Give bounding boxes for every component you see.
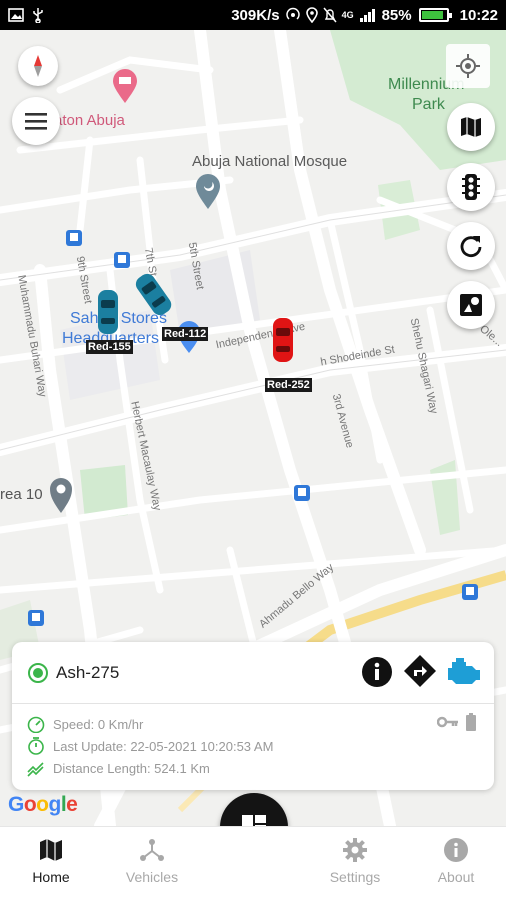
car-icon xyxy=(98,290,118,334)
map-type-button[interactable] xyxy=(447,103,495,151)
traffic-light-icon xyxy=(462,174,480,200)
my-location-button[interactable] xyxy=(446,44,490,88)
distance-row: Distance Length: 524.1 Km xyxy=(27,759,210,777)
info-icon xyxy=(444,838,468,862)
bus-stop-icon xyxy=(114,252,130,268)
battery-level-icon xyxy=(466,713,476,731)
nav-vehicles-label: Vehicles xyxy=(125,869,179,885)
last-update-row: Last Update: 22-05-2021 10:20:53 AM xyxy=(27,737,273,755)
place-label: Park xyxy=(412,96,445,113)
vehicle-tag: Red-112 xyxy=(162,327,209,341)
vehicle-info-card[interactable]: Ash-275 Speed: 0 Km/hr Last Update: 22-0… xyxy=(12,642,494,790)
shapes-icon xyxy=(460,294,482,316)
my-location-icon xyxy=(456,54,480,78)
usb-icon xyxy=(33,8,43,23)
last-update-text: Last Update: 22-05-2021 10:20:53 AM xyxy=(53,738,274,754)
mute-icon xyxy=(323,7,337,23)
network-speed: 309K/s xyxy=(231,6,280,24)
battery-percent: 85% xyxy=(381,6,412,24)
gear-icon xyxy=(343,838,367,862)
vehicle-tag: Red-155 xyxy=(86,340,133,354)
hotspot-icon xyxy=(285,7,300,20)
speed-row: Speed: 0 Km/hr xyxy=(27,715,143,733)
menu-button[interactable] xyxy=(12,97,60,145)
signal-icon xyxy=(359,9,375,22)
place-label: rea 10 xyxy=(0,486,43,503)
battery-icon xyxy=(418,8,452,22)
signal-type: 4G xyxy=(341,10,354,20)
trending-icon xyxy=(27,762,44,777)
location-icon xyxy=(305,7,318,23)
google-attribution: Google xyxy=(8,793,78,816)
speedometer-icon xyxy=(27,716,45,733)
bus-stop-icon xyxy=(28,610,44,626)
vehicle-marker[interactable] xyxy=(271,316,295,369)
nav-about-label: About xyxy=(437,869,475,885)
bus-stop-icon xyxy=(294,485,310,501)
bus-stop-icon xyxy=(66,230,82,246)
map-icon xyxy=(40,839,62,861)
bottom-navigation: Home Vehicles Settings About xyxy=(0,826,506,900)
clock: 10:22 xyxy=(459,6,498,24)
nav-settings[interactable]: Settings xyxy=(310,837,400,885)
distance-text: Distance Length: 524.1 Km xyxy=(53,760,210,776)
shapes-button[interactable] xyxy=(447,281,495,329)
speed-text: Speed: 0 Km/hr xyxy=(53,716,144,732)
place-pin-icon[interactable] xyxy=(48,476,74,514)
nav-home[interactable]: Home xyxy=(6,837,96,885)
engine-icon[interactable] xyxy=(444,656,484,688)
nav-vehicles[interactable]: Vehicles xyxy=(107,837,197,885)
menu-icon xyxy=(25,113,47,130)
vehicle-name: Ash-275 xyxy=(56,663,120,682)
compass-icon xyxy=(34,55,42,77)
nav-home-label: Home xyxy=(32,869,70,885)
vehicle-tag: Red-252 xyxy=(265,378,312,392)
vehicle-marker[interactable] xyxy=(96,288,120,341)
gallery-icon xyxy=(8,8,24,22)
bus-stop-icon xyxy=(462,584,478,600)
compass-button[interactable] xyxy=(18,46,58,86)
nav-about[interactable]: About xyxy=(411,837,501,885)
directions-icon[interactable] xyxy=(403,654,437,688)
vehicle-info-header: Ash-275 xyxy=(12,642,494,704)
info-icon[interactable] xyxy=(361,656,393,688)
status-bar: 309K/s 4G 85% 10:22 xyxy=(0,0,506,30)
status-dot-icon xyxy=(28,663,48,683)
car-icon xyxy=(273,318,293,362)
refresh-button[interactable] xyxy=(447,222,495,270)
traffic-button[interactable] xyxy=(447,163,495,211)
map-icon xyxy=(461,117,481,137)
timer-icon xyxy=(28,737,44,755)
hub-icon xyxy=(140,839,164,861)
key-icon xyxy=(437,716,458,728)
place-label: aton Abuja xyxy=(54,112,125,129)
place-label: Abuja National Mosque xyxy=(192,153,348,170)
hotel-pin-icon[interactable] xyxy=(111,68,139,104)
refresh-icon xyxy=(460,236,482,258)
nav-settings-label: Settings xyxy=(329,869,381,885)
mosque-pin-icon[interactable] xyxy=(194,172,222,210)
